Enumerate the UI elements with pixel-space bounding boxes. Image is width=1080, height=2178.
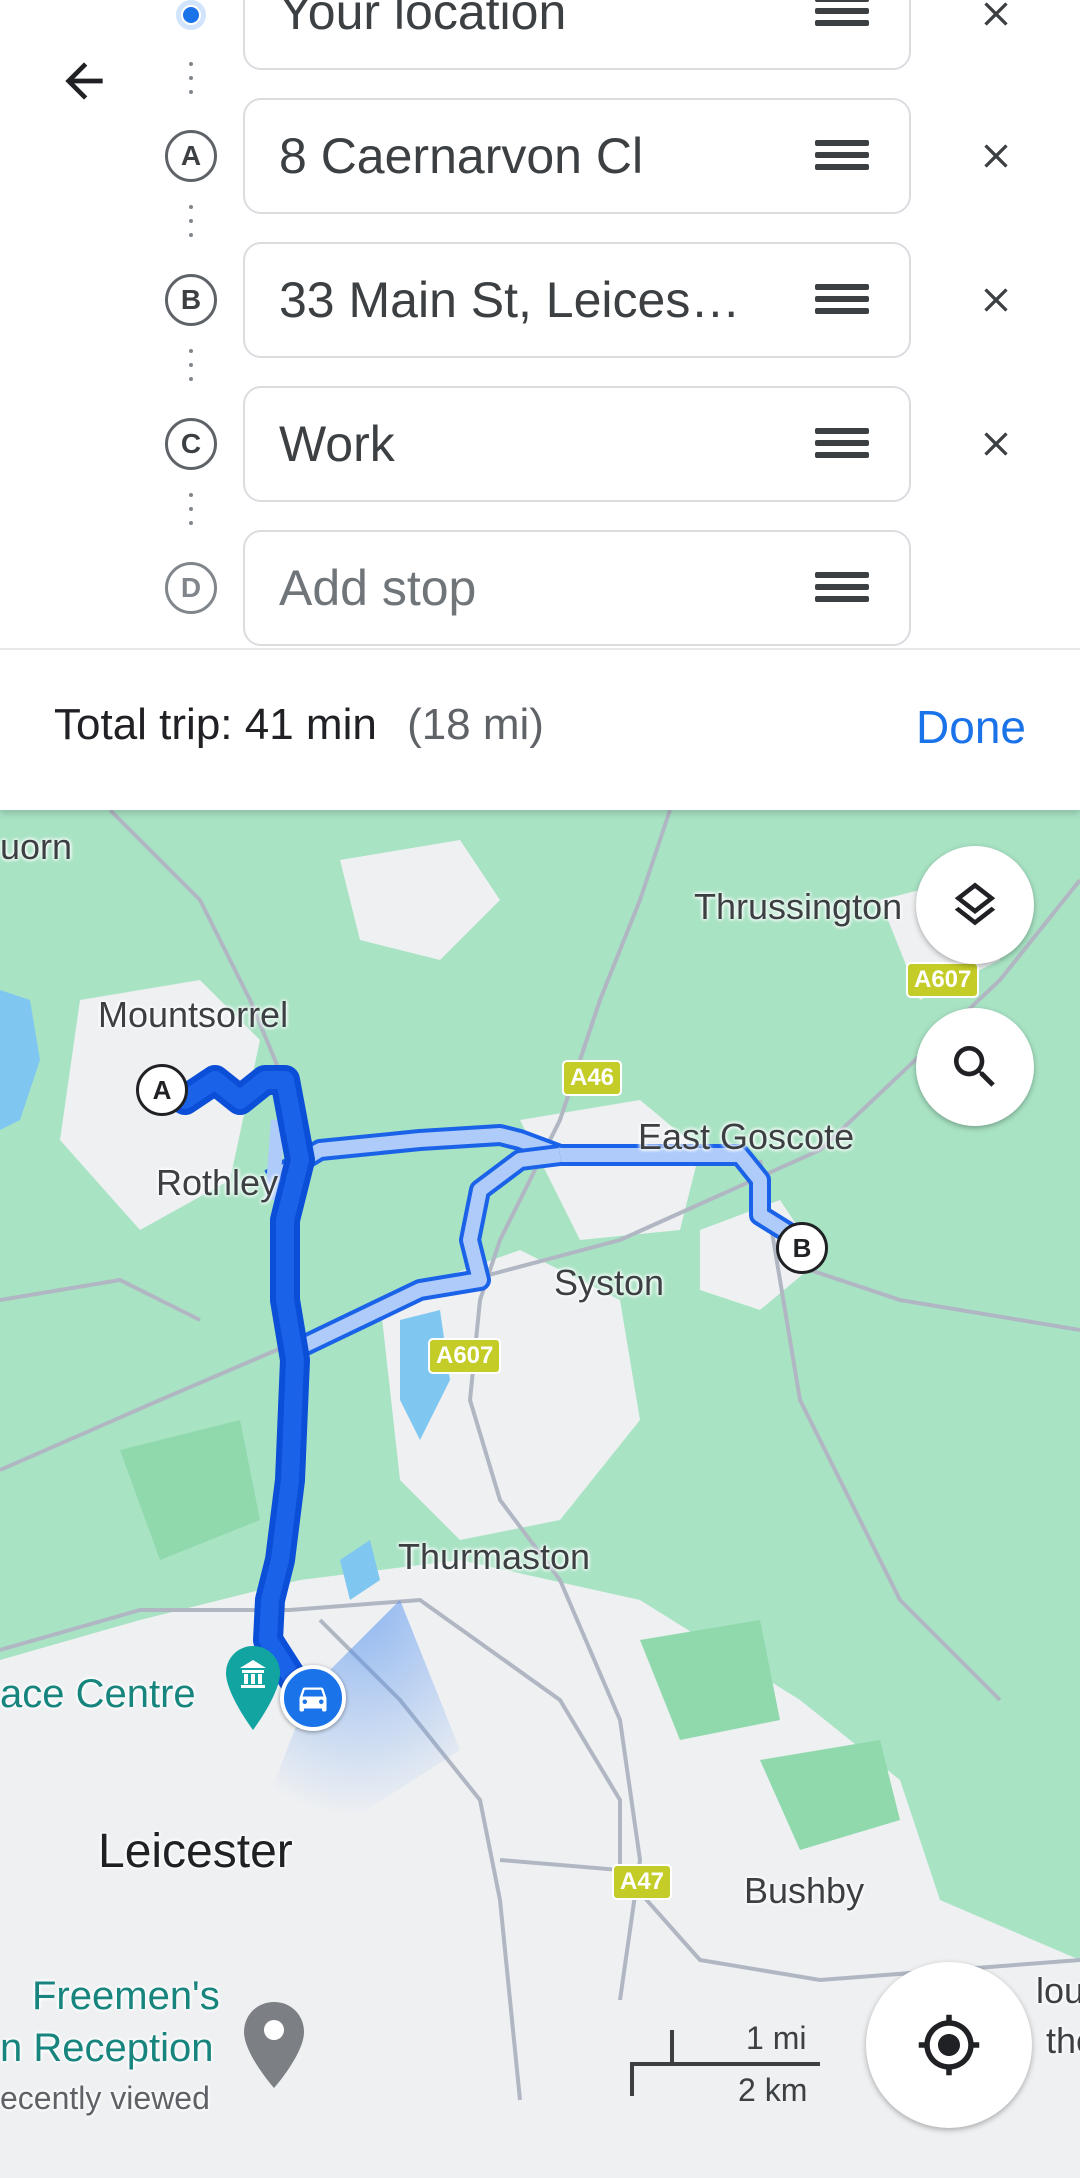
stop-label: Your location xyxy=(279,0,567,40)
layers-button[interactable] xyxy=(916,846,1034,964)
place-label-rothley: Rothley xyxy=(156,1162,279,1203)
arrow-left-icon xyxy=(65,62,103,100)
search-button[interactable] xyxy=(916,1008,1034,1126)
route-marker-a[interactable]: A xyxy=(136,1064,188,1116)
close-icon xyxy=(984,288,1008,312)
layers-icon xyxy=(954,882,996,926)
stop-label: 8 Caernarvon Cl xyxy=(279,128,644,184)
remove-stop-button[interactable] xyxy=(970,418,1022,470)
drag-handle-icon[interactable] xyxy=(815,284,869,314)
current-location-marker xyxy=(176,0,206,30)
urban-area xyxy=(340,840,500,960)
close-icon xyxy=(984,2,1008,26)
stop-marker-d: D xyxy=(165,562,217,614)
route-connector xyxy=(189,349,193,381)
car-icon[interactable] xyxy=(280,1665,346,1731)
place-label-thurmaston: Thurmaston xyxy=(398,1536,591,1577)
road-badge-a607: A607 xyxy=(906,962,980,998)
drag-handle-icon[interactable] xyxy=(815,572,869,602)
stop-field-your-location[interactable]: Your location xyxy=(243,0,911,70)
stop-field-b[interactable]: 33 Main St, Leices… xyxy=(243,242,911,358)
scale-bar xyxy=(630,2062,820,2066)
road-badge-a47: A47 xyxy=(612,1864,673,1900)
place-label-thrussington: Thrussington xyxy=(694,886,903,927)
place-label-quorn: uorn xyxy=(0,826,73,867)
summary-prefix: Total trip: xyxy=(54,700,233,749)
drag-handle-icon[interactable] xyxy=(815,428,869,458)
poi-label-reception[interactable]: n Reception xyxy=(0,2026,213,2071)
done-button[interactable]: Done xyxy=(916,700,1026,754)
stop-label: Work xyxy=(279,416,395,472)
place-label-oughton: loug xyxy=(1036,1970,1080,2011)
place-label-mountsorrel: Mountsorrel xyxy=(98,994,289,1035)
place-label-leicester: Leicester xyxy=(98,1825,293,1878)
poi-label-freemens[interactable]: Freemen's xyxy=(32,1974,220,2019)
route-marker-b[interactable]: B xyxy=(776,1222,828,1274)
scale-miles: 1 mi xyxy=(746,2020,807,2056)
directions-header: Your location A 8 Caernarvon Cl B 33 Mai… xyxy=(0,0,1080,650)
stop-field-c[interactable]: Work xyxy=(243,386,911,502)
stop-field-a[interactable]: 8 Caernarvon Cl xyxy=(243,98,911,214)
add-stop-placeholder: Add stop xyxy=(279,560,477,616)
drag-handle-icon[interactable] xyxy=(815,140,869,170)
scale-kilometers: 2 km xyxy=(738,2072,808,2108)
my-location-icon xyxy=(918,2014,980,2076)
poi-label-space-centre[interactable]: ace Centre xyxy=(0,1672,196,1717)
place-label-the: the xyxy=(1046,2020,1080,2061)
road xyxy=(779,1258,1080,1332)
road-badge-a46: A46 xyxy=(562,1060,623,1096)
trip-distance: (18 mi) xyxy=(407,700,544,749)
route-connector xyxy=(189,62,193,94)
remove-stop-button[interactable] xyxy=(970,274,1022,326)
trip-duration: 41 min xyxy=(244,700,377,749)
remove-stop-button[interactable] xyxy=(970,0,1022,40)
park xyxy=(120,1420,260,1560)
museum-icon[interactable] xyxy=(226,1646,280,1730)
road-badge-a607: A607 xyxy=(428,1338,502,1374)
back-button[interactable] xyxy=(48,45,120,117)
search-icon xyxy=(954,1046,995,1087)
add-stop-field[interactable]: Add stop xyxy=(243,530,911,646)
poi-label-recently-viewed: ecently viewed xyxy=(0,2080,210,2116)
water xyxy=(0,990,40,1130)
trip-summary-bar: Total trip: 41 min (18 mi) Done xyxy=(0,650,1080,810)
close-icon xyxy=(984,144,1008,168)
place-label-syston: Syston xyxy=(554,1262,665,1303)
stop-label: 33 Main St, Leices… xyxy=(279,272,741,328)
scale-tick xyxy=(630,2062,634,2096)
stop-marker-a: A xyxy=(165,130,217,182)
stop-marker-b: B xyxy=(165,274,217,326)
my-location-button[interactable] xyxy=(866,1962,1032,2128)
map-scale: 1 mi 2 km xyxy=(630,2020,830,2122)
close-icon xyxy=(984,432,1008,456)
trip-summary: Total trip: 41 min (18 mi) xyxy=(54,700,544,750)
remove-stop-button[interactable] xyxy=(970,130,1022,182)
place-label-east-goscote: East Goscote xyxy=(638,1116,855,1157)
road xyxy=(0,1277,201,1322)
place-pin-icon[interactable] xyxy=(244,2002,304,2088)
place-label-bushby: Bushby xyxy=(744,1870,865,1911)
route-connector xyxy=(189,205,193,237)
stop-marker-c: C xyxy=(165,418,217,470)
scale-tick xyxy=(670,2030,674,2066)
route-connector xyxy=(189,493,193,525)
drag-handle-icon[interactable] xyxy=(815,0,869,26)
